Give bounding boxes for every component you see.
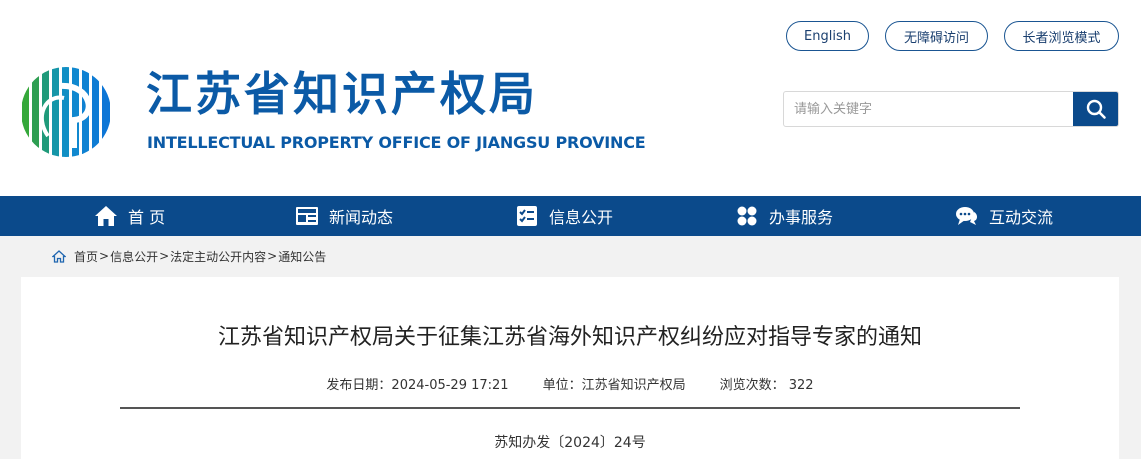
news-icon (296, 207, 318, 225)
home-icon (95, 206, 117, 226)
view-count: 浏览次数： 322 (720, 374, 814, 393)
home-icon (52, 249, 66, 263)
nav-item-label: 信息公开 (549, 208, 614, 227)
elder-mode-button[interactable]: 长者浏览模式 (1004, 21, 1119, 51)
nav-item-label: 互动交流 (989, 208, 1054, 227)
main-nav: 首 页 新闻动态 信息公开 办事服务 互动交流 (0, 196, 1141, 236)
breadcrumb-home[interactable]: 首页 (74, 248, 98, 265)
breadcrumb-separator: > (267, 249, 278, 263)
title-divider (120, 407, 1020, 409)
document-number: 苏知办发〔2024〕24号 (494, 435, 646, 451)
publish-unit-label: 单位： (542, 378, 582, 393)
nav-item-label: 首 页 (128, 208, 166, 227)
nav-item-info[interactable]: 信息公开 (515, 196, 613, 236)
nav-item-interact[interactable]: 互动交流 (955, 196, 1053, 236)
publish-date-label: 发布日期： (326, 378, 392, 393)
logo-icon (21, 67, 111, 157)
article-content: 江苏省知识产权局关于征集江苏省海外知识产权纠纷应对指导专家的通知 发布日期：20… (21, 277, 1119, 459)
nav-item-news[interactable]: 新闻动态 (295, 196, 393, 236)
article-title: 江苏省知识产权局关于征集江苏省海外知识产权纠纷应对指导专家的通知 (217, 325, 922, 350)
publish-unit-value: 江苏省知识产权局 (581, 378, 686, 393)
english-button[interactable]: English (786, 21, 869, 51)
accessibility-button[interactable]: 无障碍访问 (885, 21, 988, 51)
breadcrumb-separator: > (99, 249, 110, 263)
nav-item-label: 新闻动态 (329, 208, 394, 227)
service-icon (737, 206, 757, 226)
site-header: 江苏省知识产权局 INTELLECTUAL PROPERTY OFFICE OF… (0, 0, 1141, 196)
breadcrumb: 首页 > 信息公开 > 法定主动公开内容 > 通知公告 (52, 247, 326, 265)
breadcrumb-legal-content[interactable]: 法定主动公开内容 (170, 248, 266, 265)
breadcrumb-info-open[interactable]: 信息公开 (110, 248, 158, 265)
publish-date-value: 2024-05-29 17:21 (391, 378, 509, 393)
publish-date: 发布日期：2024-05-29 17:21 (326, 374, 508, 393)
nav-item-home[interactable]: 首 页 (94, 196, 165, 236)
chat-icon (956, 207, 977, 225)
breadcrumb-separator: > (159, 249, 170, 263)
article-meta: 发布日期：2024-05-29 17:21 单位：江苏省知识产权局 浏览次数： … (21, 374, 1119, 393)
search-box (783, 91, 1119, 127)
view-count-label: 浏览次数： (719, 378, 785, 393)
nav-item-label: 办事服务 (769, 208, 834, 227)
publish-unit: 单位：江苏省知识产权局 (543, 374, 686, 393)
search-button[interactable] (1073, 92, 1118, 126)
info-icon (517, 206, 537, 226)
search-icon (1086, 99, 1106, 119)
search-input[interactable] (784, 92, 1074, 126)
nav-item-service[interactable]: 办事服务 (735, 196, 833, 236)
view-count-value: 322 (788, 378, 814, 393)
site-title: 江苏省知识产权局 (146, 67, 538, 121)
breadcrumb-notice[interactable]: 通知公告 (278, 248, 326, 265)
site-subtitle: INTELLECTUAL PROPERTY OFFICE OF JIANGSU … (147, 133, 646, 152)
